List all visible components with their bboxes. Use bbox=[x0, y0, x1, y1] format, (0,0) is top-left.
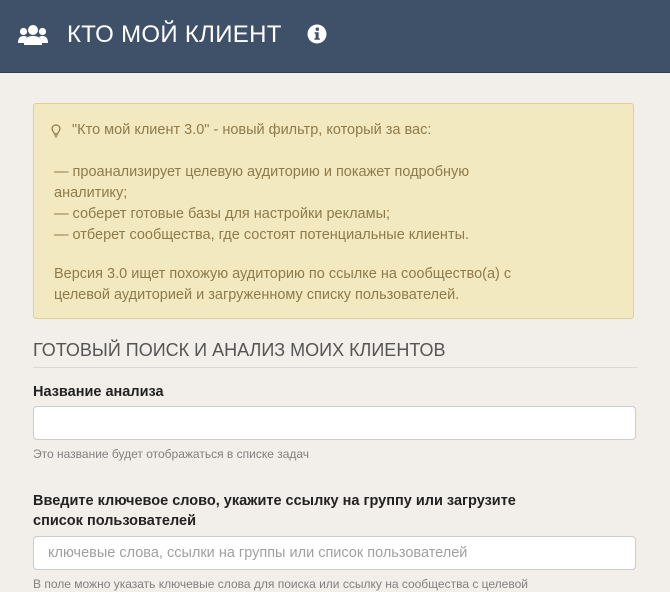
panel-intro-text: "Кто мой клиент 3.0" - новый фильтр, кот… bbox=[72, 122, 432, 138]
lightbulb-icon bbox=[51, 124, 61, 138]
panel-bullet-1-cont: аналитику; bbox=[54, 185, 128, 201]
keywords-input[interactable] bbox=[33, 536, 636, 570]
panel-bullet-1: — проанализирует целевую аудиторию и пок… bbox=[54, 164, 470, 180]
section-divider bbox=[33, 367, 637, 368]
panel-bullet-3: — отберет сообщества, где состоят потенц… bbox=[54, 227, 470, 243]
users-icon bbox=[18, 25, 48, 45]
app-header: КТО МОЙ КЛИЕНТ bbox=[0, 0, 670, 72]
panel-version-text: Версия 3.0 ищет похожую аудиторию по ссы… bbox=[54, 266, 512, 282]
panel-version-text-cont: целевой аудиторией и загруженному списку… bbox=[54, 287, 460, 303]
info-circle-icon[interactable] bbox=[307, 24, 327, 44]
analysis-name-label: Название анализа bbox=[33, 384, 164, 400]
panel-bullet-2: — соберет готовые базы для настройки рек… bbox=[54, 206, 391, 222]
keywords-label-line-2: список пользователей bbox=[33, 513, 196, 529]
section-title: ГОТОВЫЙ ПОИСК И АНАЛИЗ МОИХ КЛИЕНТОВ bbox=[33, 340, 446, 360]
page-title: КТО МОЙ КЛИЕНТ bbox=[67, 21, 282, 48]
keywords-help: В поле можно указать ключевые слова для … bbox=[33, 577, 528, 591]
keywords-label-line-1: Введите ключевое слово, укажите ссылку н… bbox=[33, 493, 516, 509]
analysis-name-help: Это название будет отображаться в списке… bbox=[33, 447, 310, 461]
analysis-name-input[interactable] bbox=[33, 406, 636, 440]
info-alert-panel: "Кто мой клиент 3.0" - новый фильтр, кот… bbox=[33, 103, 634, 319]
